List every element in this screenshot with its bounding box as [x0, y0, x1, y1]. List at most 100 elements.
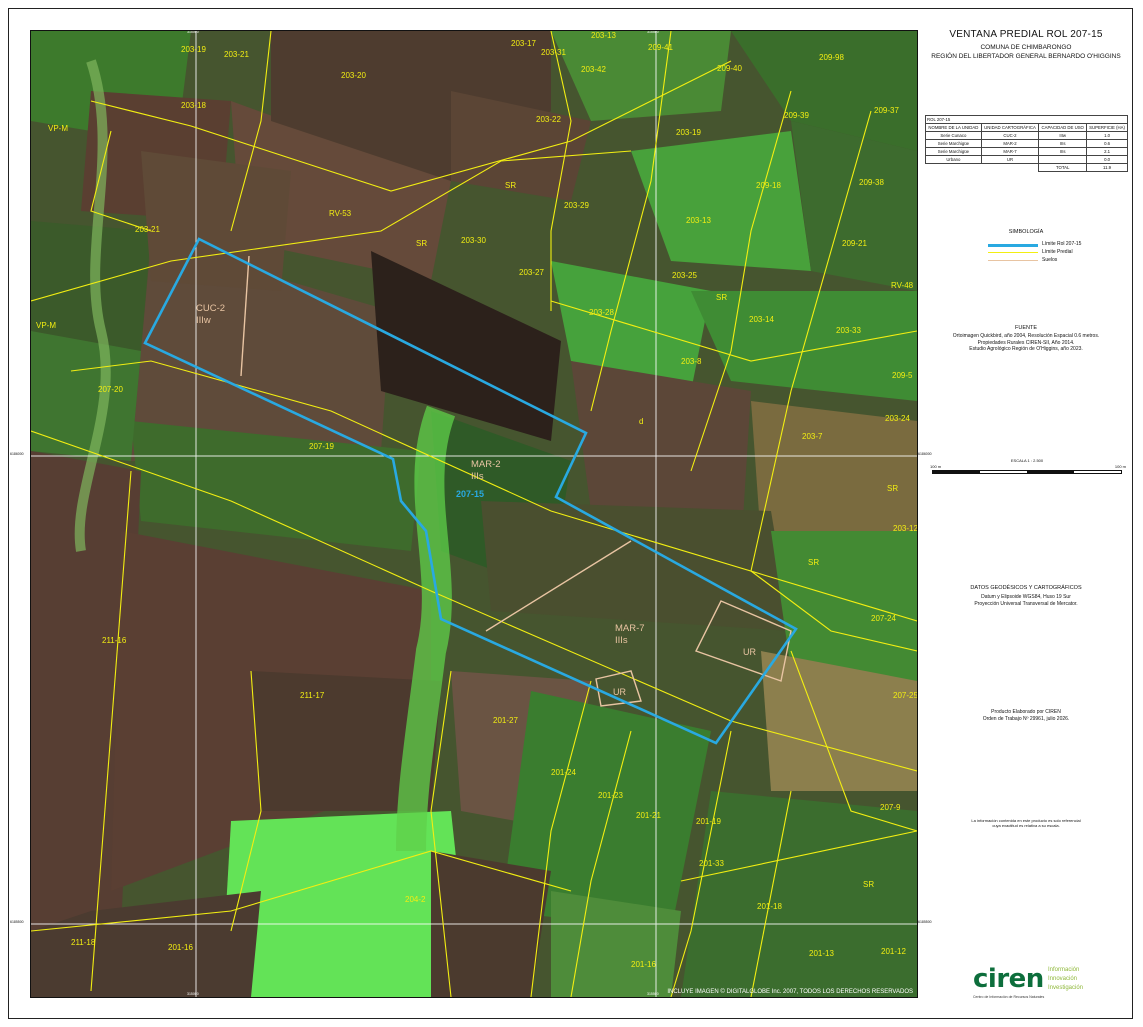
- legend-swatch: [988, 252, 1038, 253]
- map-title: VENTANA PREDIAL ROL 207-15: [949, 29, 1103, 40]
- logo-wordmark: ciren: [973, 964, 1044, 994]
- legend-label: Límite Predial: [1042, 249, 1073, 255]
- parcel-label: 209-18: [756, 181, 781, 190]
- parcel-label: RV-48: [891, 281, 914, 290]
- table-cell: IIIs: [1038, 147, 1088, 156]
- table-cell: IIIs: [1038, 139, 1088, 148]
- units-table-header: NOMBRE DE LA UNIDAD UNIDAD CARTOGRÁFICA …: [925, 123, 1128, 132]
- units-table-caption-row: ROL 207-15: [925, 115, 1128, 124]
- soil-unit-label: MAR-2 IIIs: [471, 459, 501, 483]
- geodesy-title: DATOS GEODÉSICOS Y CARTOGRÁFICOS: [970, 585, 1082, 591]
- parcel-label: 201-21: [636, 811, 661, 820]
- parcel-label: SR: [505, 181, 517, 190]
- parcel-label: 209-5: [892, 371, 913, 380]
- region-subtitle: REGIÓN DEL LIBERTADOR GENERAL BERNARDO O…: [931, 53, 1121, 60]
- table-cell: CUC-2: [980, 131, 1040, 140]
- table-cell: Serie Marchigüe: [925, 147, 982, 156]
- disclaimer-text: La información contenida en este product…: [938, 818, 1114, 828]
- table-cell: MAR-2: [980, 139, 1040, 148]
- table-cell: IIIw: [1038, 131, 1088, 140]
- parcel-label: 201-33: [699, 859, 724, 868]
- parcel-label: 203-12: [893, 524, 918, 533]
- parcel-label: 203-22: [536, 115, 561, 124]
- geodesy-line: Proyección Universal Transversal de Merc…: [974, 600, 1078, 607]
- parcel-label: 203-19: [181, 45, 206, 54]
- parcel-label: 201-27: [493, 716, 518, 725]
- table-total-row: TOTAL 11.9: [926, 163, 1128, 172]
- parcel-label: 203-7: [802, 432, 823, 441]
- soil-unit-label: CUC-2 IIIw: [196, 303, 225, 327]
- parcel-label: SR: [716, 293, 728, 302]
- legend-title: SIMBOLOGÍA: [1008, 229, 1044, 235]
- comuna-subtitle: COMUNA DE CHIMBARONGO: [980, 44, 1072, 51]
- imagery-copyright: INCLUYE IMAGEN © DIGITALGLOBE Inc. 2007,…: [667, 989, 913, 995]
- parcel-label: d: [639, 417, 644, 426]
- parcel-label: 203-30: [461, 236, 486, 245]
- table-header-cell: UNIDAD CARTOGRÁFICA: [980, 123, 1040, 132]
- grid-label-left-2: 6185500: [10, 920, 24, 924]
- parcel-label: 201-13: [809, 949, 834, 958]
- table-cell: MAR-7: [980, 147, 1040, 156]
- grid-label-top-2: 315500: [647, 30, 659, 34]
- parcel-label: 203-18: [181, 101, 206, 110]
- grid-label-left-1: 6186000: [10, 452, 24, 456]
- parcel-label: 203-17: [511, 39, 536, 48]
- orthophoto-map[interactable]: 203-19 203-21 203-17 203-31 203-13 209-41 209-…: [30, 30, 918, 998]
- soil-unit-name: MAR-2: [471, 459, 501, 470]
- parcel-label: 203-14: [749, 315, 774, 324]
- soil-capacity-class: IIIs: [615, 635, 628, 646]
- parcel-label: 209-37: [874, 106, 899, 115]
- geodesy-text: Datum y Elipsoide WGS84, Huso 19 Sur Pro…: [938, 594, 1114, 607]
- producer-text: Producto Elaborado por CIREN Orden de Tr…: [938, 709, 1114, 722]
- parcel-label: 203-33: [836, 326, 861, 335]
- parcel-label: 203-28: [589, 308, 614, 317]
- parcel-label: 203-8: [681, 357, 702, 366]
- logo-tagline-2: Innovación: [1048, 976, 1078, 982]
- legend-label: Límite Rol 207-15: [1042, 241, 1082, 247]
- table-header-cell: CAPACIDAD DE USO: [1038, 123, 1088, 132]
- parcel-label: 201-16: [631, 960, 656, 969]
- legend-item-rol: Límite Rol 207-15: [988, 241, 1128, 249]
- parcel-label: 207-24: [871, 614, 896, 623]
- parcel-label: SR: [863, 880, 875, 889]
- table-row: Serie Marchigüe MAR-7 IIIs 2.1: [925, 147, 1128, 156]
- map-canvas: [31, 31, 917, 997]
- table-header-cell: SUPERFICIE (HA): [1086, 123, 1128, 132]
- grid-label-bottom-2: 315500: [647, 992, 659, 996]
- soil-unit-name: CUC-2: [196, 303, 226, 314]
- table-cell: 2.1: [1086, 147, 1128, 156]
- soil-capacity-class: IIIw: [196, 315, 211, 326]
- parcel-label: 209-98: [819, 53, 844, 62]
- source-title: FUENTE: [1015, 325, 1037, 331]
- parcel-label: 207-20: [98, 385, 123, 394]
- parcel-label: 203-24: [885, 414, 910, 423]
- parcel-label: 207-19: [309, 442, 334, 451]
- parcel-label: 203-27: [519, 268, 544, 277]
- parcel-label: RV-53: [329, 209, 352, 218]
- table-cell: 0.0: [1086, 155, 1128, 164]
- parcel-label: 203-42: [581, 65, 606, 74]
- total-label: TOTAL: [1038, 163, 1088, 172]
- table-row: Serie Cunaco CUC-2 IIIw 1.0: [925, 131, 1128, 140]
- ur-label-2: UR: [613, 687, 626, 697]
- legend-swatch: [988, 260, 1038, 261]
- table-cell: Urbano: [925, 155, 982, 164]
- soil-unit-name: MAR-7: [615, 623, 645, 634]
- legend-swatch: [988, 244, 1038, 247]
- parcel-label: SR: [887, 484, 899, 493]
- parcel-label: 209-39: [784, 111, 809, 120]
- grid-label-top-1: 315000: [187, 30, 199, 34]
- source-text: Ortoimagen Quickbird, año 2004, Resoluci…: [938, 333, 1114, 353]
- table-row: Urbano UR 0.0: [925, 155, 1128, 164]
- info-panel: VENTANA PREDIAL ROL 207-15 COMUNA DE CHI…: [918, 24, 1134, 1016]
- parcel-label: 203-21: [224, 50, 249, 59]
- table-cell: [1038, 155, 1088, 164]
- parcel-label: 201-24: [551, 768, 576, 777]
- parcel-label: 201-23: [598, 791, 623, 800]
- table-cell: Serie Cunaco: [925, 131, 982, 140]
- disclaimer-line: cuya exactitud es relativa a su escala.: [992, 823, 1060, 828]
- parcel-label: 203-20: [341, 71, 366, 80]
- parcel-label: 209-41: [648, 43, 673, 52]
- table-cell: Serie Marchigüe: [925, 139, 982, 148]
- parcel-label: 207-25: [893, 691, 918, 700]
